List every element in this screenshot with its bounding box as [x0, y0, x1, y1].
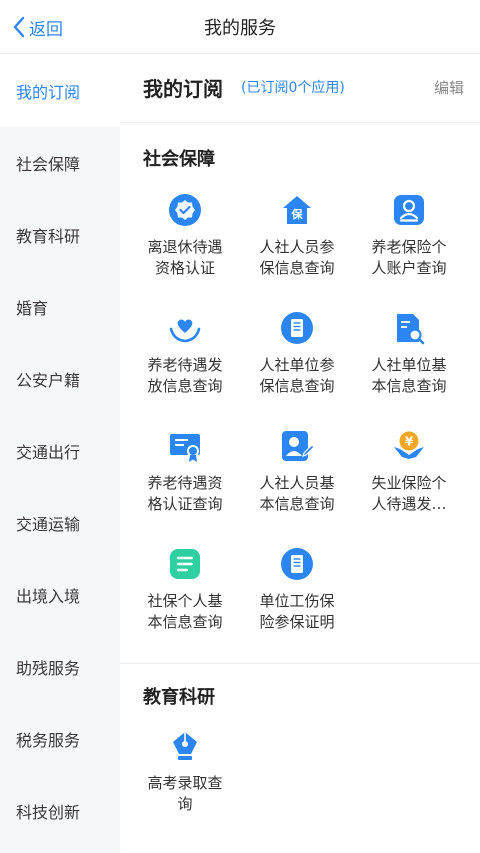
sidebar-item-label: 税务服务 [16, 731, 81, 750]
sidebar-item-label: 婚育 [16, 299, 49, 318]
app-personnel-insurance-query[interactable]: 保 人社人员参 保信息查询 [242, 193, 352, 293]
app-unemployment-benefit[interactable]: ¥ 失业保险个 人待遇发… [354, 429, 464, 529]
sidebar-item-label: 公安户籍 [16, 371, 81, 390]
app-retirement-qualification[interactable]: 离退休待遇 资格认证 [130, 193, 240, 293]
sidebar-item-public-security[interactable]: 公安户籍 [0, 343, 120, 415]
app-label: 离退休待遇 资格认证 [147, 238, 223, 277]
app-personal-basic-info-query[interactable]: 社保个人基 本信息查询 [130, 547, 240, 647]
app-pension-payment-query[interactable]: 养老待遇发 放信息查询 [130, 311, 240, 411]
sidebar-item-transport[interactable]: 交通运输 [0, 487, 120, 559]
category-sidebar: 我的订阅 社会保障 教育科研 婚育 公安户籍 交通出行 交通运输 出境入境 助残… [0, 55, 120, 853]
app-label: 养老待遇资 格认证查询 [147, 474, 223, 513]
sidebar-item-label: 教育科研 [16, 227, 81, 246]
section-title-education-research: 教育科研 [143, 687, 215, 708]
sidebar-item-social-security[interactable]: 社会保障 [0, 127, 120, 199]
document-circle-icon [281, 312, 313, 344]
sidebar-item-education-research[interactable]: 教育科研 [0, 199, 120, 271]
subscription-count: (已订阅0个应用) [241, 80, 345, 96]
document-search-icon [397, 314, 425, 345]
sidebar-item-travel[interactable]: 交通出行 [0, 415, 120, 487]
app-unit-insurance-query[interactable]: 人社单位参 保信息查询 [242, 311, 352, 411]
sidebar-item-label: 助残服务 [16, 659, 81, 678]
app-pension-qualification-query[interactable]: 养老待遇资 格认证查询 [130, 429, 240, 529]
app-label: 社保个人基 本信息查询 [147, 592, 223, 631]
app-label: 人社人员基 本信息查询 [259, 474, 335, 513]
sidebar-item-entry-exit[interactable]: 出境入境 [0, 559, 120, 631]
person-card-icon [394, 195, 424, 225]
app-label: 人社单位基 本信息查询 [371, 356, 447, 395]
pen-nib-icon [173, 732, 197, 760]
subscription-header: 我的订阅 (已订阅0个应用) 编辑 [120, 55, 480, 123]
sidebar-item-my-subscriptions[interactable]: 我的订阅 [0, 55, 120, 127]
app-personnel-basic-info-query[interactable]: 人社人员基 本信息查询 [242, 429, 352, 529]
svg-text:¥: ¥ [405, 435, 414, 449]
sidebar-item-label: 出境入境 [16, 587, 81, 606]
app-label: 高考录取查询 [147, 774, 223, 813]
sidebar-item-disability-services[interactable]: 助残服务 [0, 631, 120, 703]
section-title-social-security: 社会保障 [143, 149, 215, 170]
app-label: 单位工伤保 险参保证明 [259, 592, 335, 631]
sidebar-item-label: 交通出行 [16, 443, 81, 462]
top-nav-bar: 返回 我的服务 [0, 0, 480, 54]
edit-button[interactable]: 编辑 [434, 77, 464, 98]
app-work-injury-certificate[interactable]: 单位工伤保 险参保证明 [242, 547, 352, 647]
sidebar-item-label: 科技创新 [16, 803, 81, 822]
svg-text:保: 保 [291, 207, 304, 221]
badge-check-icon [169, 194, 201, 226]
app-label: 人社人员参 保信息查询 [259, 238, 335, 277]
app-unit-basic-info-query[interactable]: 人社单位基 本信息查询 [354, 311, 464, 411]
person-edit-icon [282, 431, 314, 461]
app-pension-account-query[interactable]: 养老保险个 人账户查询 [354, 193, 464, 293]
sidebar-item-label: 我的订阅 [16, 83, 81, 102]
yuan-hands-icon: ¥ [394, 431, 424, 459]
main-content: 我的订阅 (已订阅0个应用) 编辑 社会保障 离退休待遇 资格认证 保 人社人员参… [120, 55, 480, 853]
page-title: 我的服务 [204, 18, 276, 39]
list-card-icon [170, 549, 200, 579]
sidebar-item-label: 交通运输 [16, 515, 81, 534]
sidebar-item-marriage-birth[interactable]: 婚育 [0, 271, 120, 343]
document-circle-icon [281, 548, 313, 580]
app-label: 养老待遇发 放信息查询 [147, 356, 223, 395]
sidebar-item-label: 社会保障 [16, 155, 81, 174]
app-college-admission-query[interactable]: 高考录取查询 [130, 729, 240, 829]
section-divider [120, 663, 480, 664]
app-label: 养老保险个 人账户查询 [371, 238, 447, 277]
sidebar-item-tech-innovation[interactable]: 科技创新 [0, 775, 120, 847]
sidebar-item-tax-services[interactable]: 税务服务 [0, 703, 120, 775]
hands-heart-icon [169, 319, 201, 343]
app-label: 人社单位参 保信息查询 [259, 356, 335, 395]
house-insurance-icon: 保 [283, 196, 311, 224]
subscription-title: 我的订阅 [143, 77, 223, 101]
certificate-icon [170, 434, 200, 462]
app-label: 失业保险个 人待遇发… [371, 474, 447, 513]
